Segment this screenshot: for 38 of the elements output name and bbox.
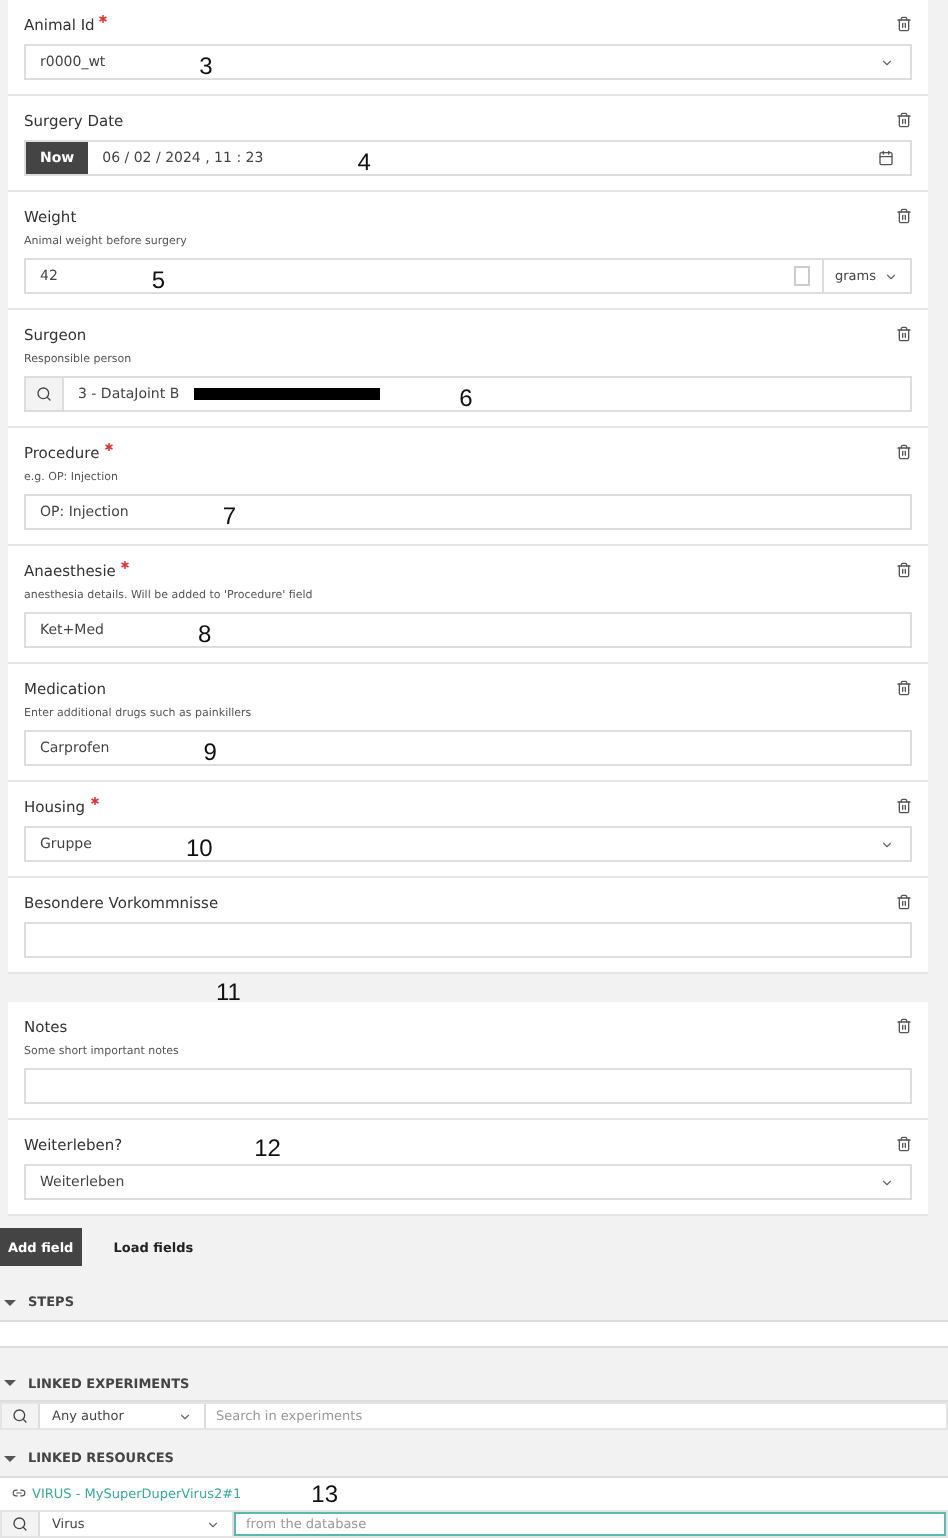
link-icon: [12, 1486, 26, 1501]
search-icon: [12, 1408, 28, 1424]
caret-icon[interactable]: [4, 1455, 16, 1462]
caret-icon: [206, 1517, 220, 1531]
caret-icon[interactable]: [4, 1299, 16, 1306]
trash-icon[interactable]: [896, 562, 912, 578]
trash-icon[interactable]: [896, 680, 912, 696]
caret-icon[interactable]: [4, 1380, 16, 1387]
annotation-number: 10: [185, 836, 213, 860]
trash-icon[interactable]: [896, 112, 912, 128]
annotation-number: 12: [254, 1136, 281, 1160]
trash-icon[interactable]: [896, 798, 912, 814]
caret-icon: [884, 269, 898, 283]
trash-icon[interactable]: [896, 444, 912, 460]
annotation-number: 6: [459, 386, 473, 410]
annotation-number: 4: [357, 150, 371, 174]
annotation-number: 7: [222, 504, 237, 528]
trash-icon[interactable]: [896, 1018, 912, 1034]
caret-icon: [880, 1175, 894, 1189]
search-icon: [12, 1516, 28, 1532]
annotation-number: 3: [199, 54, 213, 78]
trash-icon[interactable]: [896, 326, 912, 342]
text-field[interactable]: [24, 1068, 912, 1104]
annotation-number: 11: [216, 980, 241, 1004]
annotation-number: 5: [151, 268, 166, 292]
text-field[interactable]: [24, 922, 912, 958]
caret-icon: [880, 837, 894, 851]
trash-icon[interactable]: [896, 894, 912, 910]
caret-icon: [178, 1409, 192, 1423]
trash-icon[interactable]: [896, 1136, 912, 1152]
trash-icon[interactable]: [896, 208, 912, 224]
annotation-number: 9: [203, 740, 217, 764]
caret-icon: [880, 55, 894, 69]
annotation-number: 13: [311, 1481, 339, 1506]
search-icon: [36, 386, 52, 402]
calendar-icon[interactable]: [878, 150, 894, 166]
annotation-number: 8: [197, 622, 212, 646]
trash-icon[interactable]: [896, 16, 912, 32]
